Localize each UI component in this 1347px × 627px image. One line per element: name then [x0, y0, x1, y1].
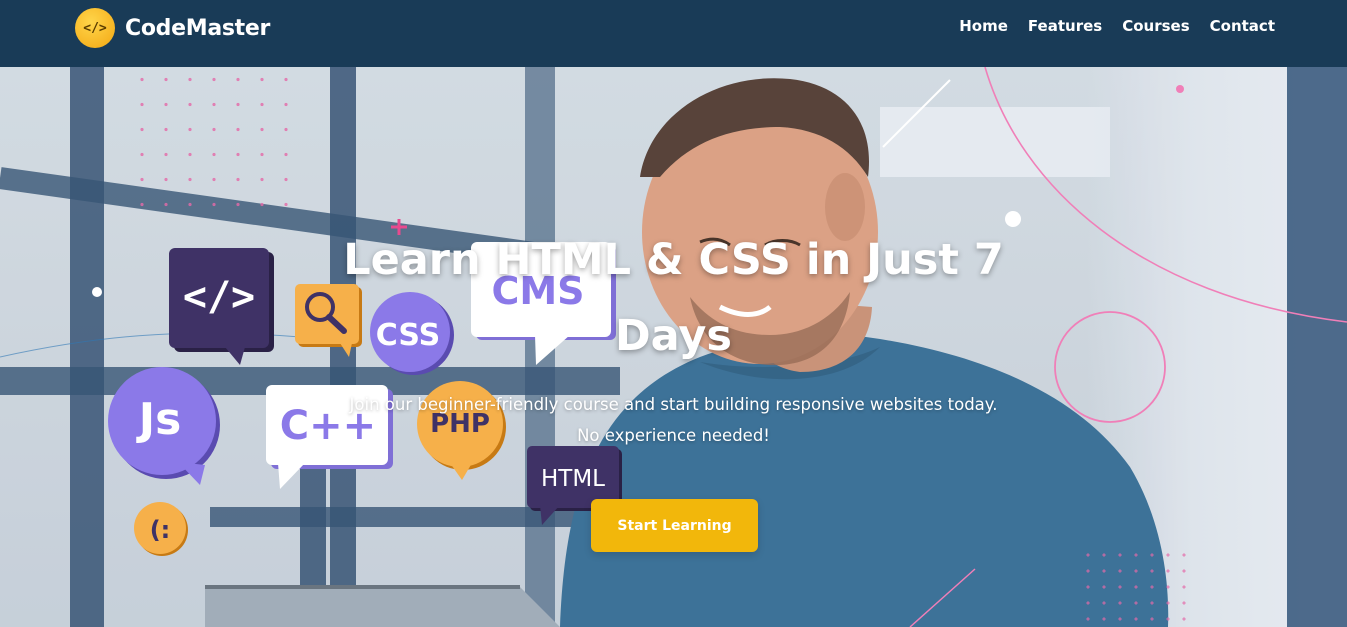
html-bubble-label: HTML — [541, 466, 605, 492]
hero-subtitle: Join our beginner-friendly course and st… — [349, 395, 998, 445]
code-brackets-icon: </> — [75, 8, 115, 48]
brand[interactable]: </> CodeMaster — [75, 8, 270, 48]
emoticon-bubble: (: — [134, 502, 188, 556]
emoticon-bubble-label: (: — [150, 516, 171, 544]
start-learning-button[interactable]: Start Learning — [591, 499, 758, 552]
hero-section: </> CSS CMS Js C++ PHP HTML (: Learn HTM… — [0, 67, 1347, 627]
nav-contact[interactable]: Contact — [1210, 17, 1275, 35]
js-bubble: Js — [108, 367, 220, 485]
brand-name: CodeMaster — [125, 15, 271, 41]
nav-courses[interactable]: Courses — [1122, 17, 1189, 35]
nav-features[interactable]: Features — [1028, 17, 1102, 35]
code-bubble: </> — [169, 248, 274, 365]
nav-home[interactable]: Home — [959, 17, 1008, 35]
main-nav: Home Features Courses Contact — [959, 17, 1275, 35]
navbar: </> CodeMaster Home Features Courses Con… — [0, 0, 1347, 67]
hero-title: Learn HTML & CSS in Just 7 Days — [343, 235, 1004, 361]
js-bubble-label: Js — [136, 394, 182, 445]
code-bubble-label: </> — [183, 274, 255, 320]
